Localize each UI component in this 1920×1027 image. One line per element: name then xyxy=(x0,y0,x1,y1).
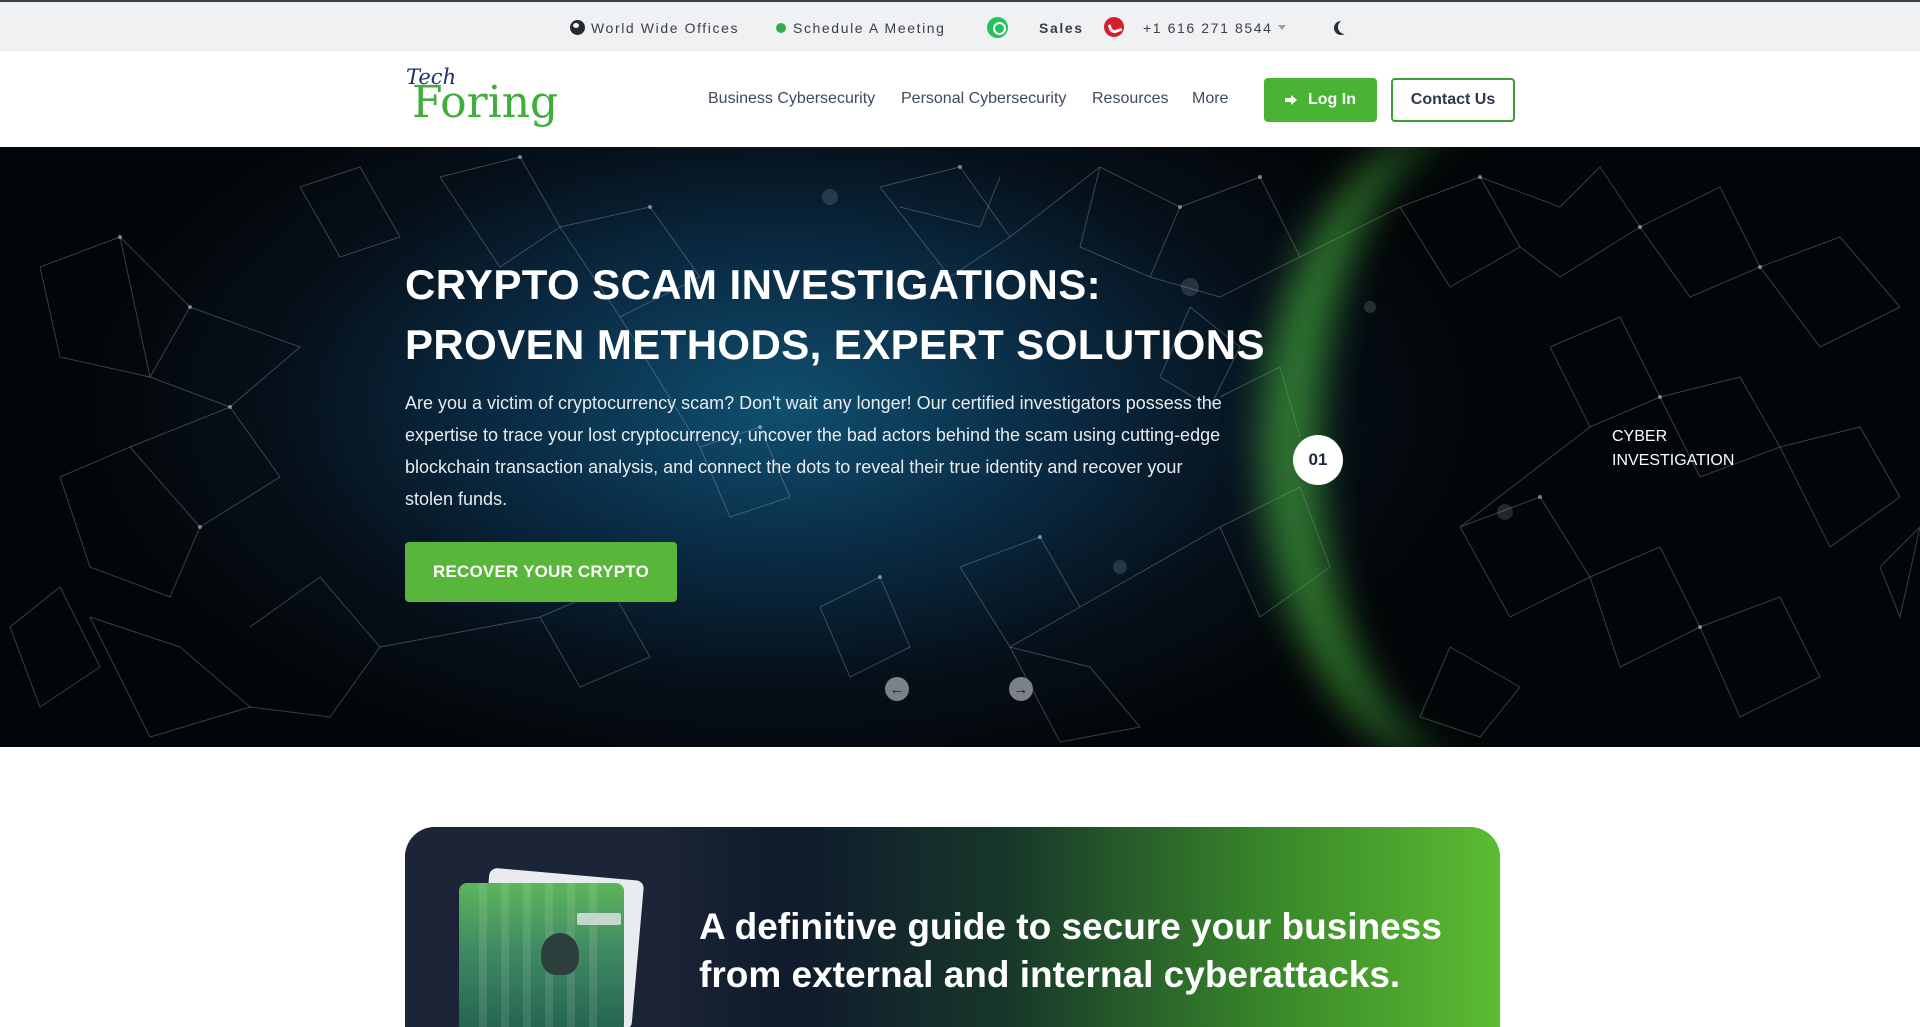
top-utility-bar: World Wide Offices Schedule A Meeting Sa… xyxy=(0,0,1920,51)
phone-number-dropdown[interactable]: +1 616 271 8544 xyxy=(1143,2,1286,53)
status-dot-icon xyxy=(776,22,786,33)
nav-personal-cybersecurity[interactable]: Personal Cybersecurity xyxy=(901,51,1066,147)
moon-icon[interactable] xyxy=(1338,20,1352,34)
techforing-logo[interactable]: Tech Foring xyxy=(404,65,558,135)
slide-label[interactable]: CYBER INVESTIGATION xyxy=(1612,425,1752,473)
hero-description: Are you a victim of cryptocurrency scam?… xyxy=(405,393,1222,509)
world-wide-offices-label: World Wide Offices xyxy=(591,19,740,36)
login-label: Log In xyxy=(1308,91,1356,108)
hero-slider: CRYPTO SCAM INVESTIGATIONS: PROVEN METHO… xyxy=(0,147,1920,747)
main-header: Tech Foring Business Cybersecurity Perso… xyxy=(0,51,1920,147)
nav-business-cybersecurity[interactable]: Business Cybersecurity xyxy=(708,51,875,147)
schedule-meeting-label: Schedule A Meeting xyxy=(793,19,946,36)
logo-foring-text: Foring xyxy=(412,77,559,128)
sales-label: Sales xyxy=(1039,19,1084,36)
whatsapp-icon[interactable] xyxy=(987,17,1008,38)
guide-title: A definitive guide to secure your busine… xyxy=(699,906,1442,995)
slide-label-line-1: CYBER xyxy=(1612,428,1668,445)
nav-more[interactable]: More xyxy=(1192,51,1228,147)
globe-icon xyxy=(570,20,585,35)
prev-slide-arrow-icon[interactable]: ← xyxy=(885,677,909,701)
phone-icon[interactable] xyxy=(1104,17,1124,37)
slide-number-badge[interactable]: 01 xyxy=(1293,435,1343,485)
nav-resources[interactable]: Resources xyxy=(1092,51,1168,147)
world-wide-offices-link[interactable]: World Wide Offices xyxy=(570,2,739,53)
sign-in-icon xyxy=(1285,94,1299,106)
guide-image-panel xyxy=(405,827,668,1027)
recover-crypto-button[interactable]: RECOVER YOUR CRYPTO xyxy=(405,542,677,602)
caret-down-icon xyxy=(1277,25,1286,30)
slide-label-line-2: INVESTIGATION xyxy=(1612,452,1735,469)
schedule-meeting-link[interactable]: Schedule A Meeting xyxy=(776,2,946,53)
hero-title-line-1: CRYPTO SCAM INVESTIGATIONS: xyxy=(405,261,1102,308)
next-slide-arrow-icon[interactable]: → xyxy=(1009,677,1033,701)
guide-banner[interactable]: A definitive guide to secure your busine… xyxy=(405,827,1500,1027)
guide-cover-image xyxy=(459,883,624,1027)
phone-number: +1 616 271 8544 xyxy=(1143,19,1273,36)
hero-title: CRYPTO SCAM INVESTIGATIONS: PROVEN METHO… xyxy=(405,255,1305,375)
hero-title-line-2: PROVEN METHODS, EXPERT SOLUTIONS xyxy=(405,321,1265,368)
login-button[interactable]: Log In xyxy=(1264,78,1377,122)
contact-us-button[interactable]: Contact Us xyxy=(1391,78,1515,122)
